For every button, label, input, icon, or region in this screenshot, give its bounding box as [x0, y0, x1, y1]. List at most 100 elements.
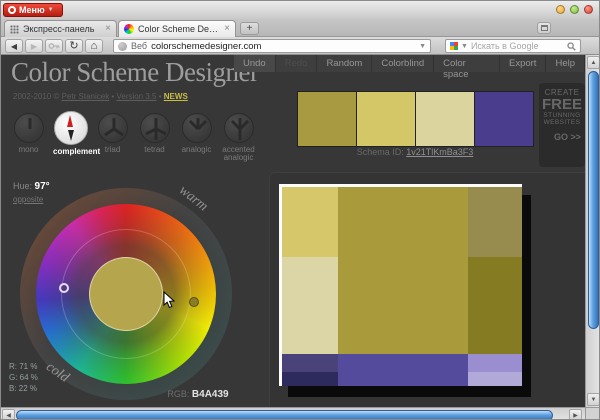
- search-icon[interactable]: [567, 42, 576, 51]
- opera-logo-icon: [8, 6, 16, 14]
- menu-button-label: Меню: [19, 5, 45, 15]
- opposite-link[interactable]: opposite: [13, 195, 43, 204]
- home-button[interactable]: ⌂: [85, 39, 103, 53]
- forward-icon: ▶: [31, 42, 37, 51]
- tab-label: Color Scheme Designe...: [138, 24, 220, 34]
- tab-label: Экспресс-панель: [23, 24, 101, 34]
- address-dropdown-icon[interactable]: ▼: [419, 43, 426, 50]
- help-button[interactable]: Help: [546, 55, 585, 72]
- color-wheel-favicon-icon: [124, 24, 134, 34]
- chevron-down-icon: ▼: [48, 7, 54, 13]
- preview-block: [468, 372, 522, 386]
- ad-banner[interactable]: CREATE FREE STUNNING WEBSITES GO >>: [539, 83, 585, 167]
- preview-block: [468, 187, 522, 257]
- vertical-scrollbar[interactable]: ▲ ▼: [585, 55, 600, 407]
- redo-button[interactable]: Redo: [276, 55, 318, 72]
- ad-cta[interactable]: GO >>: [541, 132, 583, 142]
- close-icon[interactable]: ×: [224, 25, 230, 33]
- navigation-toolbar: ◀ ▶ ↻ ⌂ Веб colorschemedesigner.com ▼ ▼: [1, 37, 600, 55]
- site-badge-icon: [118, 42, 127, 51]
- close-button[interactable]: [584, 5, 593, 14]
- url-text[interactable]: colorschemedesigner.com: [151, 41, 415, 52]
- panel-toggle-icon: [541, 25, 548, 31]
- panel-toggle-button[interactable]: [537, 22, 551, 34]
- mode-triad[interactable]: triad: [95, 111, 130, 162]
- address-bar[interactable]: Веб colorschemedesigner.com ▼: [113, 39, 431, 53]
- new-tab-button[interactable]: +: [240, 22, 259, 35]
- undo-button[interactable]: Undo: [234, 55, 276, 72]
- swatch-secondary[interactable]: [357, 92, 415, 146]
- mode-analogic[interactable]: analogic: [179, 111, 214, 162]
- scheme-id-link[interactable]: 1v21TlKmBa3F3: [406, 147, 473, 157]
- scroll-right-icon[interactable]: ▶: [569, 409, 582, 420]
- triad-knob-icon: [98, 113, 128, 143]
- scroll-down-icon[interactable]: ▼: [587, 393, 600, 406]
- news-link[interactable]: NEWS: [164, 92, 188, 101]
- scheme-menu: Undo Redo Random Colorblind Color space …: [234, 55, 585, 72]
- swatch-complement[interactable]: [475, 92, 533, 146]
- minimize-button[interactable]: [556, 5, 565, 14]
- swatch-primary[interactable]: [298, 92, 356, 146]
- mode-mono[interactable]: mono: [11, 111, 46, 162]
- accented-analogic-knob-icon: [224, 113, 254, 143]
- search-bar[interactable]: ▼: [445, 39, 581, 53]
- title-bar: Меню ▼: [1, 1, 600, 19]
- google-icon: [450, 42, 458, 50]
- preview-block: [468, 354, 522, 372]
- preview-panel: [269, 172, 585, 407]
- hue-readout: Hue: 97°: [13, 181, 50, 192]
- search-engine-dropdown-icon[interactable]: ▼: [461, 43, 468, 50]
- close-icon[interactable]: ×: [105, 25, 111, 33]
- rgb-hex-readout: RGB: B4A439: [138, 389, 258, 400]
- search-input[interactable]: [471, 41, 564, 51]
- preview-block: [282, 372, 338, 386]
- selected-color-disc: [89, 257, 163, 331]
- version-link[interactable]: Version 3.5: [116, 92, 156, 101]
- red-percent: R: 71 %: [9, 361, 38, 372]
- color-space-button[interactable]: Color space: [434, 55, 500, 72]
- scroll-left-icon[interactable]: ◀: [2, 409, 15, 420]
- rgb-hex-value: B4A439: [192, 389, 229, 400]
- preview-block: [338, 354, 468, 386]
- complement-hue-marker[interactable]: [59, 283, 69, 293]
- scheme-id-line: Schema ID: 1v21TlKmBa3F3: [297, 147, 533, 157]
- rgb-percentages: R: 71 % G: 64 % B: 22 %: [9, 361, 38, 394]
- preview-block: [282, 187, 338, 257]
- site-subtitle: 2002-2010 © Petr Stanicek • Version 3.5 …: [13, 92, 188, 101]
- link-button[interactable]: [45, 39, 63, 53]
- export-button[interactable]: Export: [500, 55, 546, 72]
- mouse-cursor-icon: [163, 291, 175, 309]
- reload-button[interactable]: ↻: [65, 39, 83, 53]
- hue-value: 97°: [35, 181, 50, 192]
- home-icon: ⌂: [91, 42, 98, 51]
- blue-percent: B: 22 %: [9, 383, 38, 394]
- tetrad-knob-icon: [140, 113, 170, 143]
- mode-tetrad[interactable]: tetrad: [137, 111, 172, 162]
- horizontal-scrollbar-thumb[interactable]: [16, 410, 553, 420]
- scrollbar-corner: [585, 407, 600, 420]
- key-icon: [48, 42, 60, 50]
- page-title: Color Scheme Designer: [11, 57, 258, 88]
- scheme-swatches: [297, 91, 534, 147]
- forward-button[interactable]: ▶: [25, 39, 43, 53]
- author-link[interactable]: Petr Stanicek: [62, 92, 110, 101]
- random-button[interactable]: Random: [317, 55, 372, 72]
- light-page-example[interactable]: [279, 184, 522, 386]
- opera-menu-button[interactable]: Меню ▼: [3, 3, 63, 17]
- tab-speed-dial[interactable]: Экспресс-панель ×: [4, 20, 117, 37]
- primary-hue-marker[interactable]: [189, 297, 199, 307]
- horizontal-scrollbar[interactable]: ◀ ▶: [1, 407, 585, 420]
- speed-dial-icon: [10, 25, 19, 34]
- mode-complement[interactable]: complement: [53, 111, 88, 162]
- page-content: Color Scheme Designer 2002-2010 © Petr S…: [1, 55, 585, 407]
- vertical-scrollbar-thumb[interactable]: [588, 71, 599, 329]
- tab-color-scheme-designer[interactable]: Color Scheme Designe... ×: [118, 20, 236, 37]
- preview-block: [468, 257, 522, 354]
- swatch-tertiary[interactable]: [416, 92, 474, 146]
- maximize-button[interactable]: [570, 5, 579, 14]
- mode-accented-analogic[interactable]: accented analogic: [221, 111, 256, 162]
- back-button[interactable]: ◀: [5, 39, 23, 53]
- scroll-up-icon[interactable]: ▲: [587, 56, 600, 69]
- preview-block: [338, 187, 468, 354]
- colorblind-button[interactable]: Colorblind: [372, 55, 434, 72]
